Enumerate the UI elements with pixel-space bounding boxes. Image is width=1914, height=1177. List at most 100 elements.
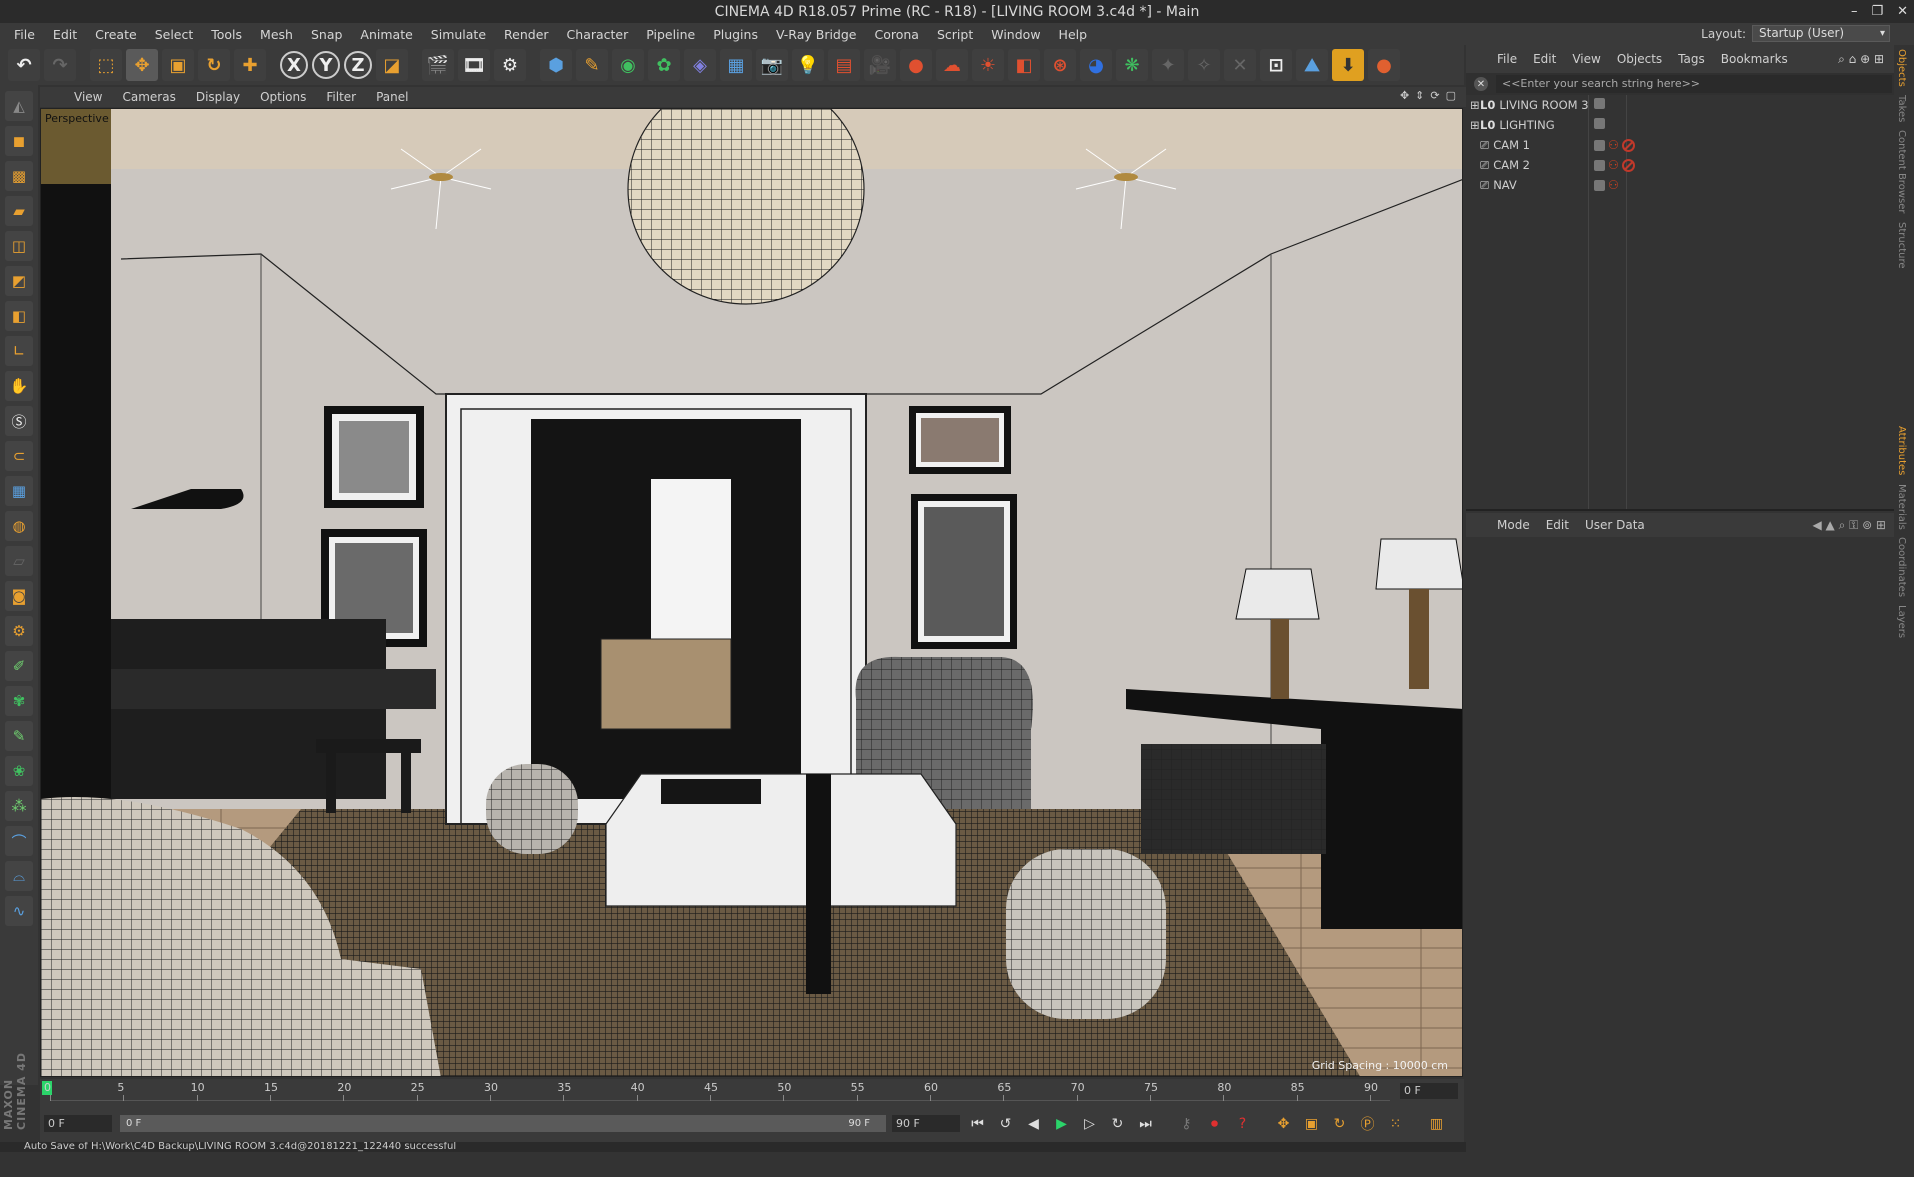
menu-help[interactable]: Help <box>1051 27 1096 42</box>
close-button[interactable]: ✕ <box>1897 4 1908 19</box>
end-frame-field[interactable]: 90 F <box>892 1115 960 1132</box>
texture-mode-icon[interactable]: ▩ <box>5 161 33 191</box>
visibility-flag[interactable] <box>1594 179 1605 191</box>
objects-menu-edit[interactable]: Edit <box>1526 52 1563 66</box>
disabled-tool-2-icon[interactable]: ✧ <box>1188 49 1220 81</box>
visibility-flag[interactable] <box>1594 159 1605 171</box>
objects-menu-view[interactable]: View <box>1565 52 1607 66</box>
objects-menu-file[interactable]: File <box>1490 52 1524 66</box>
workplane-icon[interactable]: ▰ <box>5 196 33 226</box>
current-frame-field[interactable]: 0 F <box>1400 1083 1458 1099</box>
object-name[interactable]: LIGHTING <box>1495 118 1607 132</box>
z-axis-lock-button[interactable]: Z <box>344 51 372 79</box>
attributes-menu-mode[interactable]: Mode <box>1490 518 1537 532</box>
vray-sphere-icon[interactable]: ◕ <box>1080 49 1112 81</box>
light-icon[interactable]: 💡 <box>792 49 824 81</box>
protection-tag-icon[interactable] <box>1621 158 1635 172</box>
menu-file[interactable]: File <box>6 27 43 42</box>
render-picture-viewer-icon[interactable]: 🎞 <box>458 49 490 81</box>
object-row-cam1[interactable]: ⎚ CAM 1 ⚇ <box>1466 135 1894 155</box>
menu-character[interactable]: Character <box>559 27 637 42</box>
brush-icon[interactable]: ✎ <box>5 721 33 751</box>
spray-icon[interactable]: ⁂ <box>5 791 33 821</box>
expand-icon[interactable]: ⊞ <box>1466 118 1480 132</box>
next-frame-icon[interactable]: ▷ <box>1077 1111 1102 1136</box>
object-row-lighting[interactable]: ⊞ L0 LIGHTING <box>1466 115 1894 135</box>
vray-camera-tag-icon[interactable]: ⚇ <box>1608 178 1619 192</box>
object-name[interactable]: CAM 2 <box>1489 158 1601 172</box>
start-frame-field[interactable]: 0 F <box>44 1115 112 1132</box>
restore-button[interactable]: ❐ <box>1871 4 1883 19</box>
record-icon[interactable]: ⏺ <box>1202 1111 1227 1136</box>
vray-sun-icon[interactable]: ☀ <box>972 49 1004 81</box>
menu-edit[interactable]: Edit <box>45 27 85 42</box>
vray-viewport-icon[interactable]: ◙ <box>5 581 33 611</box>
autokey-icon[interactable]: ? <box>1230 1111 1255 1136</box>
expand-icon[interactable]: ⊞ <box>1466 98 1480 112</box>
objects-search-icon[interactable]: ⌕ ⌂ ⊕ ⊞ <box>1838 52 1884 67</box>
disabled-tool-3-icon[interactable]: ✕ <box>1224 49 1256 81</box>
go-to-end-icon[interactable]: ⏭ <box>1133 1111 1158 1136</box>
viewport-menu-filter[interactable]: Filter <box>318 90 364 104</box>
vray-proxy-icon[interactable]: ⊛ <box>1044 49 1076 81</box>
layer-icon[interactable]: ⊡ <box>1260 49 1292 81</box>
viewport-menu-panel[interactable]: Panel <box>368 90 416 104</box>
sculpt-icon[interactable]: ✾ <box>5 686 33 716</box>
menu-script[interactable]: Script <box>929 27 981 42</box>
side-tab-takes[interactable]: Takes <box>1896 91 1907 126</box>
timeline[interactable]: 0 5 10 15 20 25 30 35 40 45 50 55 60 65 70 75 80 85 90 0 F <box>40 1079 1464 1105</box>
layout-dropdown[interactable]: Startup (User) <box>1752 25 1890 42</box>
side-tab-structure[interactable]: Structure <box>1896 218 1907 273</box>
menu-vray-bridge[interactable]: V-Ray Bridge <box>768 27 865 42</box>
y-axis-lock-button[interactable]: Y <box>312 51 340 79</box>
protection-tag-icon[interactable] <box>1621 138 1635 152</box>
previous-key-icon[interactable]: ↺ <box>993 1111 1018 1136</box>
camera-icon[interactable]: 📷 <box>756 49 788 81</box>
vray-light-icon[interactable]: ● <box>900 49 932 81</box>
x-axis-lock-button[interactable]: X <box>280 51 308 79</box>
vray-camera-icon[interactable]: 🎥 <box>864 49 896 81</box>
timeline-window-icon[interactable]: ▥ <box>1424 1111 1449 1136</box>
vray-camera-tag-icon[interactable]: ⚇ <box>1608 158 1619 172</box>
objects-menu-tags[interactable]: Tags <box>1671 52 1712 66</box>
side-tab-coordinates[interactable]: Coordinates <box>1896 533 1907 601</box>
menu-animate[interactable]: Animate <box>352 27 420 42</box>
menu-plugins[interactable]: Plugins <box>705 27 766 42</box>
subdivision-icon[interactable]: ◉ <box>612 49 644 81</box>
visibility-flag[interactable] <box>1594 139 1605 151</box>
cloner-icon[interactable]: ✿ <box>648 49 680 81</box>
object-row-nav[interactable]: ⎚ NAV ⚇ <box>1466 175 1894 195</box>
rotate-icon[interactable]: ↻ <box>198 49 230 81</box>
cube-icon[interactable]: ⬢ <box>540 49 572 81</box>
vray-frame-buffer-icon[interactable]: ▤ <box>828 49 860 81</box>
scale-icon[interactable]: ▣ <box>162 49 194 81</box>
play-icon[interactable]: ▶ <box>1049 1111 1074 1136</box>
object-name[interactable]: LIVING ROOM 3 <box>1495 98 1607 112</box>
viewport-menu-display[interactable]: Display <box>188 90 248 104</box>
paint-tool-icon[interactable]: ✐ <box>5 651 33 681</box>
menu-render[interactable]: Render <box>496 27 557 42</box>
model-mode-icon[interactable]: ◼ <box>5 126 33 156</box>
menu-pipeline[interactable]: Pipeline <box>638 27 703 42</box>
side-tab-content-browser[interactable]: Content Browser <box>1896 126 1907 217</box>
move-icon[interactable]: ✥ <box>126 49 158 81</box>
menu-window[interactable]: Window <box>983 27 1048 42</box>
viewport-menu-cameras[interactable]: Cameras <box>114 90 183 104</box>
menu-select[interactable]: Select <box>147 27 202 42</box>
corona-render-icon[interactable]: ⬇ <box>1332 49 1364 81</box>
timeline-ruler[interactable]: 0 5 10 15 20 25 30 35 40 45 50 55 60 65 70 75 80 85 90 <box>44 1081 1390 1101</box>
menu-mesh[interactable]: Mesh <box>252 27 301 42</box>
hair-icon[interactable]: ⌒ <box>5 826 33 856</box>
object-name[interactable]: CAM 1 <box>1489 138 1601 152</box>
coordinate-system-icon[interactable]: ◪ <box>376 49 408 81</box>
disabled-tool-1-icon[interactable]: ✦ <box>1152 49 1184 81</box>
last-tool-icon[interactable]: ✚ <box>234 49 266 81</box>
planar-workplane-icon[interactable]: ◍ <box>5 511 33 541</box>
object-row-living-room[interactable]: ⊞ L0 LIVING ROOM 3 <box>1466 95 1894 115</box>
visibility-flag[interactable] <box>1594 98 1605 109</box>
corona-light-icon[interactable]: ● <box>1368 49 1400 81</box>
menu-simulate[interactable]: Simulate <box>423 27 494 42</box>
key-position-icon[interactable]: ✥ <box>1271 1111 1296 1136</box>
corona-icon[interactable]: ⛰ <box>1296 49 1328 81</box>
disabled-left-tool-icon[interactable]: ▱ <box>5 546 33 576</box>
